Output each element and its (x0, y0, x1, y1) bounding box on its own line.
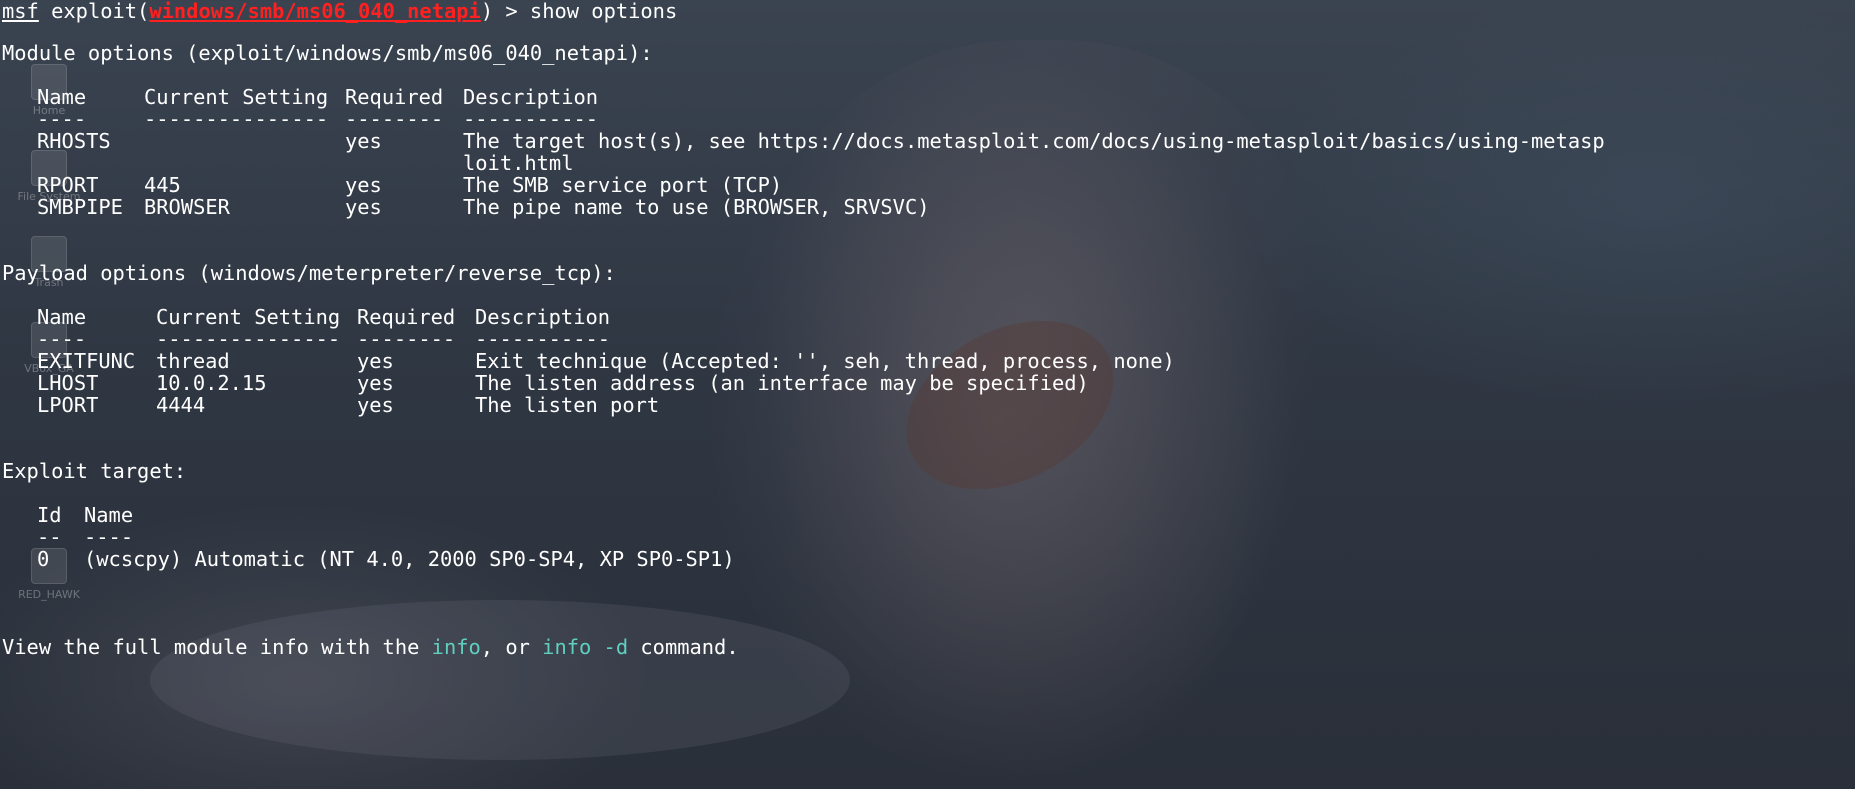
option-required: yes (345, 195, 382, 219)
footer-hint: View the full module info with the info,… (2, 634, 739, 660)
option-setting: 4444 (156, 393, 206, 417)
option-required: yes (357, 393, 394, 417)
table-row: SMBPIPE BROWSER yes The pipe name to use… (2, 194, 1855, 220)
prompt-suffix: ) > (480, 0, 530, 23)
prompt-prefix: msf (2, 0, 39, 23)
option-description: The pipe name to use (BROWSER, SRVSVC) (463, 195, 930, 219)
footer-text: View the full module info with the (2, 635, 432, 659)
target-name: (wcscpy) Automatic (NT 4.0, 2000 SP0-SP4… (84, 547, 735, 571)
option-name: SMBPIPE (37, 195, 123, 219)
table-row: 0 (wcscpy) Automatic (NT 4.0, 2000 SP0-S… (2, 546, 1855, 572)
info-command: info (431, 635, 481, 659)
info-d-command: info -d (542, 635, 629, 659)
footer-text: , or (480, 635, 543, 659)
prompt-command: show options (529, 0, 678, 23)
terminal-output[interactable]: msf exploit(windows/smb/ms06_040_netapi)… (0, 0, 1855, 789)
prompt-line: msf exploit(windows/smb/ms06_040_netapi)… (2, 0, 677, 24)
prompt-module: windows/smb/ms06_040_netapi (149, 0, 481, 23)
option-setting: BROWSER (144, 195, 230, 219)
prompt-exploit: exploit( (38, 0, 150, 23)
option-name: LPORT (37, 393, 99, 417)
table-row: LPORT 4444 yes The listen port (2, 392, 1855, 418)
payload-options-heading: Payload options (windows/meterpreter/rev… (2, 261, 616, 285)
module-options-heading: Module options (exploit/windows/smb/ms06… (2, 41, 653, 65)
option-description: The listen port (475, 393, 660, 417)
footer-text: command. (628, 635, 739, 659)
target-id: 0 (37, 547, 50, 571)
exploit-target-heading: Exploit target: (2, 459, 187, 483)
